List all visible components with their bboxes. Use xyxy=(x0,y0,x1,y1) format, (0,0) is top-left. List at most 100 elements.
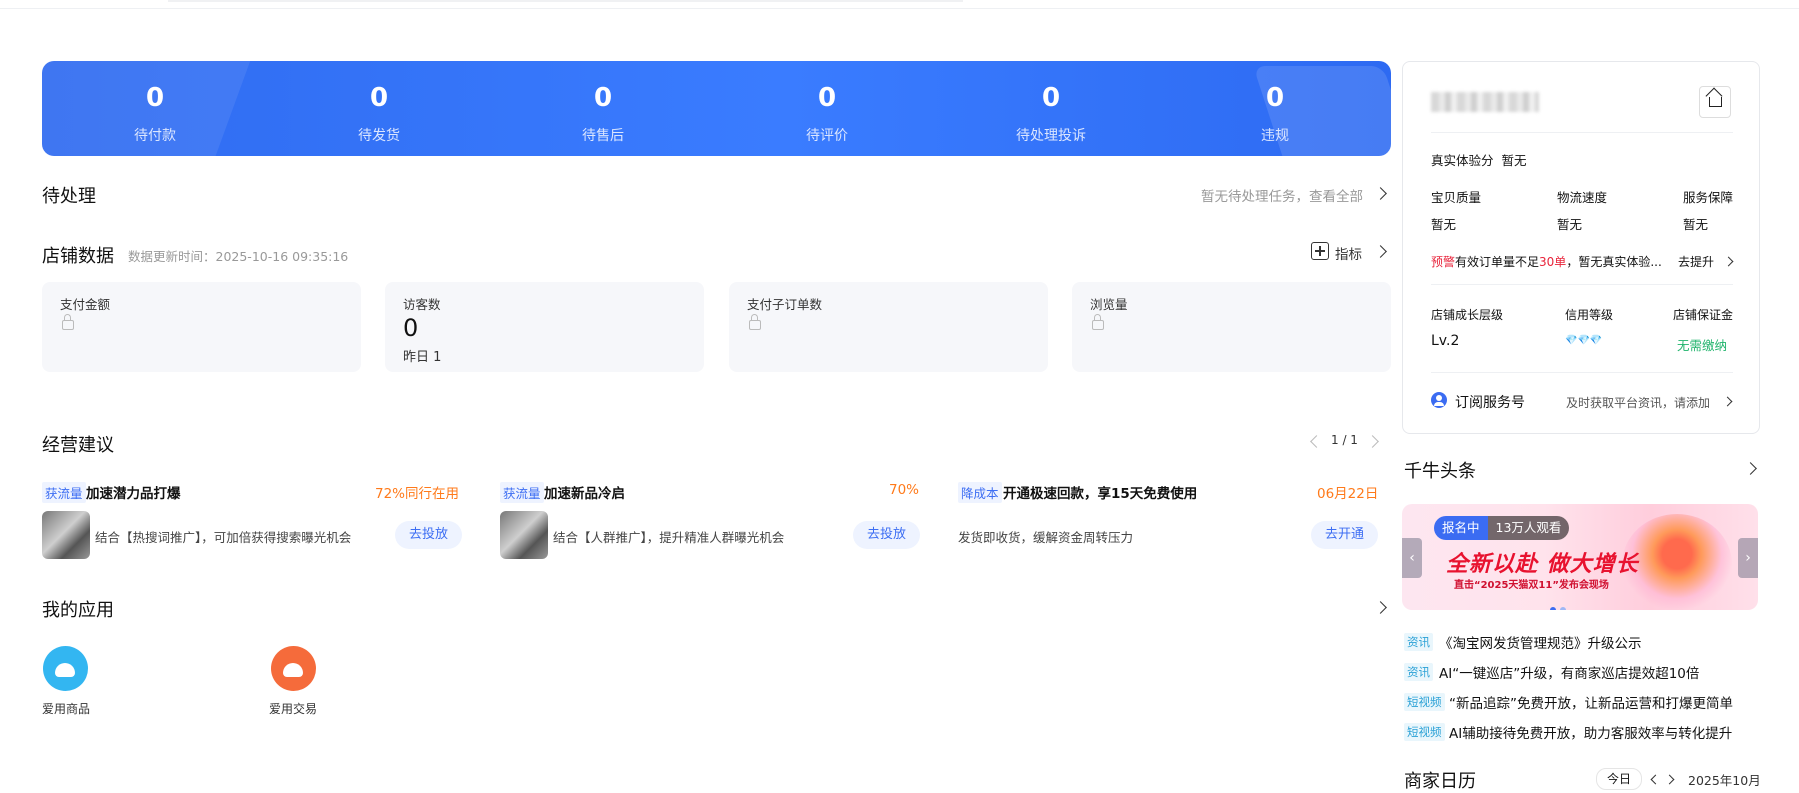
advice-item-stat: 72%同行在用 xyxy=(375,486,460,502)
stat-value: 0 xyxy=(1041,83,1061,113)
warning-text: 预警有效订单量不足30单，暂无真实体验... xyxy=(1431,255,1662,269)
order-stats-banner: 0 待付款 0 待发货 0 待售后 0 待评价 0 待处理投诉 0 违规 xyxy=(42,61,1391,156)
advice-title: 经营建议 xyxy=(42,435,114,456)
news-item[interactable]: “新品追踪”免费开放，让新品运营和打爆更简单 xyxy=(1449,692,1733,712)
headlines-chevron-right-icon[interactable] xyxy=(1744,462,1757,475)
stat-pending-complaint[interactable]: 0 待处理投诉 xyxy=(971,61,1131,156)
stat-after-sale[interactable]: 0 待售后 xyxy=(523,61,683,156)
subscribe-label[interactable]: 订阅服务号 xyxy=(1455,392,1525,412)
stat-value: 0 xyxy=(593,83,613,113)
advice-thumbnail xyxy=(42,511,90,559)
stat-value: 0 xyxy=(817,83,837,113)
headline-banner[interactable]: 报名中 13万人观看 全新以赴 做大增长 直击“2025天猫双11”发布会现场 ‹… xyxy=(1402,504,1758,610)
deposit-value: 无需缴纳 xyxy=(1677,338,1728,353)
lock-icon xyxy=(62,314,74,330)
advice-item-desc: 发货即收货，缓解资金周转压力 xyxy=(958,530,1134,545)
banner-dots[interactable] xyxy=(1550,598,1570,610)
advice-item-title: 加速潜力品打爆 xyxy=(86,486,181,502)
banner-next-icon[interactable]: › xyxy=(1738,538,1758,578)
card-value: 0 xyxy=(403,314,419,342)
app-label[interactable]: 爱用交易 xyxy=(269,700,317,717)
lock-icon xyxy=(749,314,761,330)
advice-item-desc: 结合【人群推广】，提升精准人群曝光机会 xyxy=(553,530,785,545)
advice-tag: 获流量 xyxy=(42,482,86,503)
stat-violation[interactable]: 0 违规 xyxy=(1195,61,1355,156)
growth-value: Lv.2 xyxy=(1431,333,1460,349)
stat-value: 0 xyxy=(369,83,389,113)
news-item[interactable]: AI“一键巡店”升级，有商家巡店提效超10倍 xyxy=(1439,662,1699,682)
stat-pending-shipment[interactable]: 0 待发货 xyxy=(299,61,459,156)
card-title: 浏览量 xyxy=(1090,297,1128,312)
store-data-updated: 数据更新时间：2025-10-16 09:35:16 xyxy=(128,249,349,264)
advice-action-button[interactable]: 去开通 xyxy=(1311,521,1379,549)
stat-value: 0 xyxy=(1265,83,1285,113)
apps-title: 我的应用 xyxy=(42,600,114,621)
metric-label: 服务保障 xyxy=(1683,190,1734,205)
metric-value: 暂无 xyxy=(1431,217,1457,232)
stat-label: 待付款 xyxy=(134,128,176,144)
stat-pending-payment[interactable]: 0 待付款 xyxy=(75,61,235,156)
card-sub-orders[interactable]: 支付子订单数 xyxy=(729,282,1048,372)
home-icon[interactable] xyxy=(1699,86,1731,118)
shop-info-panel: 真实体验分 暂无 宝贝质量 暂无 物流速度 暂无 服务保障 暂无 预警有效订单量… xyxy=(1402,61,1760,434)
top-bar xyxy=(0,0,1799,9)
advice-item-stat: 70% xyxy=(889,482,920,498)
stat-label: 待评价 xyxy=(806,128,848,144)
advice-pager: 1 / 1 xyxy=(1331,433,1358,447)
calendar-prev-icon[interactable] xyxy=(1650,774,1661,785)
pending-hint-link[interactable]: 暂无待处理任务，查看全部 xyxy=(1201,185,1363,205)
stat-value: 0 xyxy=(145,83,165,113)
banner-status: 报名中 13万人观看 xyxy=(1434,516,1570,540)
news-item[interactable]: AI辅助接待免费开放，助力客服效率与转化提升 xyxy=(1449,722,1732,742)
subscribe-hint[interactable]: 及时获取平台资讯，请添加 xyxy=(1566,394,1710,411)
card-title: 支付子订单数 xyxy=(747,297,823,312)
news-tag: 资讯 xyxy=(1404,663,1433,681)
advice-item-desc: 结合【热搜词推广】，可加倍获得搜索曝光机会 xyxy=(95,530,352,545)
news-tag: 短视频 xyxy=(1404,723,1445,741)
card-payment-amount[interactable]: 支付金额 xyxy=(42,282,361,372)
indicator-button[interactable]: 指标 xyxy=(1335,243,1362,263)
headlines-title: 千牛头条 xyxy=(1404,461,1476,482)
metric-label: 宝贝质量 xyxy=(1431,190,1482,205)
advice-prev-icon[interactable] xyxy=(1310,435,1323,448)
add-indicator-icon[interactable] xyxy=(1311,242,1329,260)
calendar-next-icon[interactable] xyxy=(1664,774,1675,785)
user-icon xyxy=(1431,392,1447,408)
calendar-month: 2025年10月 xyxy=(1688,773,1761,788)
snail-app-icon[interactable] xyxy=(271,646,316,691)
advice-item-stat: 06月22日 xyxy=(1317,486,1379,502)
card-title: 访客数 xyxy=(403,297,441,312)
advice-tag: 降成本 xyxy=(958,482,1002,503)
deposit-label: 店铺保证金 xyxy=(1673,308,1734,322)
improve-link[interactable]: 去提升 xyxy=(1678,253,1714,270)
advice-thumbnail xyxy=(500,511,548,559)
card-visitors[interactable]: 访客数 0 昨日 1 xyxy=(385,282,704,372)
stat-label: 待处理投诉 xyxy=(1016,128,1086,144)
pending-title: 待处理 xyxy=(42,186,96,207)
advice-next-icon[interactable] xyxy=(1366,435,1379,448)
apps-chevron-right-icon[interactable] xyxy=(1374,601,1387,614)
news-tag: 短视频 xyxy=(1404,693,1445,711)
metric-label: 物流速度 xyxy=(1557,190,1608,205)
card-page-views[interactable]: 浏览量 xyxy=(1072,282,1391,372)
diamond-icon: 💎💎💎 xyxy=(1565,335,1603,346)
card-title: 支付金额 xyxy=(60,297,111,312)
app-label[interactable]: 爱用商品 xyxy=(42,700,90,717)
advice-action-button[interactable]: 去投放 xyxy=(395,521,463,549)
snail-app-icon[interactable] xyxy=(43,646,88,691)
stat-pending-review[interactable]: 0 待评价 xyxy=(747,61,907,156)
improve-chevron-icon[interactable] xyxy=(1723,256,1734,267)
news-item[interactable]: 《淘宝网发货管理规范》升级公示 xyxy=(1439,632,1642,652)
pending-chevron-right-icon[interactable] xyxy=(1374,187,1387,200)
store-data-title: 店铺数据 xyxy=(42,246,114,267)
subscribe-chevron-icon[interactable] xyxy=(1722,396,1733,407)
calendar-title: 商家日历 xyxy=(1404,771,1476,792)
advice-action-button[interactable]: 去投放 xyxy=(853,521,921,549)
credit-label: 信用等级 xyxy=(1565,308,1614,322)
metric-value: 暂无 xyxy=(1557,217,1583,232)
news-tag: 资讯 xyxy=(1404,633,1433,651)
indicator-chevron-right-icon[interactable] xyxy=(1374,245,1387,258)
advice-item-title: 加速新品冷启 xyxy=(544,486,625,502)
banner-prev-icon[interactable]: ‹ xyxy=(1402,538,1422,578)
search-bar-edge[interactable] xyxy=(168,0,963,2)
